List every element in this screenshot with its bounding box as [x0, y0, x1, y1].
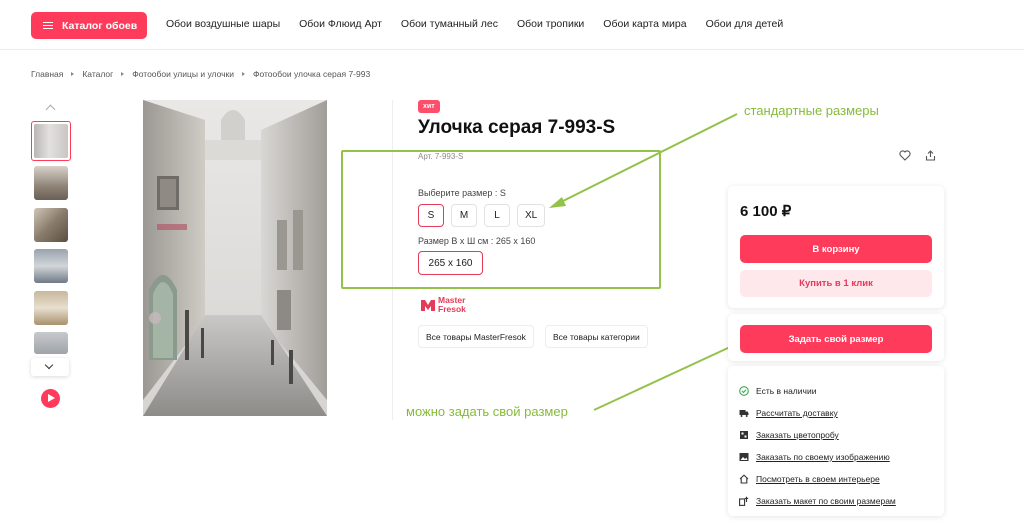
breadcrumb-catalog[interactable]: Каталог [82, 69, 113, 79]
breadcrumb-current: Фотообои улочка серая 7-993 [253, 69, 371, 79]
chevron-up-icon[interactable] [45, 104, 56, 115]
all-brand-products-button[interactable]: Все товары MasterFresok [418, 325, 534, 348]
custom-size-button[interactable]: Задать свой размер [740, 325, 932, 353]
buy-one-click-button[interactable]: Купить в 1 клик [740, 270, 932, 297]
breadcrumb-separator-icon [121, 72, 125, 76]
share-icon[interactable] [925, 148, 936, 166]
feature-interior-preview[interactable]: Посмотреть в своем интерьере [739, 468, 896, 490]
nav-item-tropics[interactable]: Обои тропики [517, 18, 584, 30]
brand-name: Master Fresok [438, 295, 466, 314]
catalog-button[interactable]: Каталог обоев [31, 12, 147, 39]
home-icon [739, 474, 749, 484]
product-main-image[interactable] [143, 100, 327, 416]
check-circle-icon [739, 386, 749, 396]
breadcrumb-separator-icon [71, 72, 75, 76]
breadcrumb-category[interactable]: Фотообои улицы и улочки [132, 69, 234, 79]
thumbnail-3[interactable] [34, 208, 68, 242]
nav-item-kids[interactable]: Обои для детей [706, 18, 784, 30]
thumbnails-scroll-down[interactable] [31, 358, 69, 376]
annotation-custom-size: можно задать свой размер [406, 404, 568, 419]
feature-color-sample[interactable]: Заказать цветопробу [739, 424, 896, 446]
image-icon [739, 452, 749, 462]
breadcrumb: Главная Каталог Фотообои улицы и улочки … [31, 69, 370, 79]
truck-icon [739, 408, 749, 418]
annotation-highlight-box [341, 150, 661, 289]
product-actions [899, 148, 936, 166]
chevron-down-icon [44, 360, 54, 370]
color-sample-icon [739, 430, 749, 440]
play-video-button[interactable] [41, 389, 60, 408]
nav-item-balloons[interactable]: Обои воздушные шары [166, 18, 280, 30]
add-to-cart-button[interactable]: В корзину [740, 235, 932, 263]
top-nav: Обои воздушные шары Обои Флюид Арт Обои … [166, 18, 783, 30]
menu-icon [43, 21, 53, 30]
catalog-button-label: Каталог обоев [62, 19, 138, 32]
feature-own-image[interactable]: Заказать по своему изображению [739, 446, 896, 468]
layout-icon [739, 496, 749, 506]
thumbnail-6[interactable] [34, 332, 68, 354]
hit-badge: хит [418, 100, 440, 113]
feature-custom-layout[interactable]: Заказать макет по своим размерам [739, 490, 896, 512]
brand-logo[interactable]: Master Fresok [420, 296, 466, 314]
annotation-standard-sizes: стандартные размеры [744, 103, 879, 118]
heart-icon[interactable] [899, 148, 911, 166]
thumbnail-1[interactable] [31, 121, 71, 161]
product-title: Улочка серая 7-993-S [418, 117, 616, 138]
nav-item-world-map[interactable]: Обои карта мира [603, 18, 686, 30]
breadcrumb-home[interactable]: Главная [31, 69, 63, 79]
features-list: Есть в наличии Рассчитать доставку Заказ… [739, 380, 896, 512]
feature-in-stock: Есть в наличии [739, 380, 896, 402]
breadcrumb-separator-icon [242, 72, 245, 76]
thumbnail-4[interactable] [34, 249, 68, 283]
all-category-products-button[interactable]: Все товары категории [545, 325, 648, 348]
site-header: Каталог обоев Обои воздушные шары Обои Ф… [0, 0, 1024, 50]
nav-item-fluid-art[interactable]: Обои Флюид Арт [299, 18, 382, 30]
feature-delivery[interactable]: Рассчитать доставку [739, 402, 896, 424]
street-photo [143, 100, 327, 416]
thumbnail-2[interactable] [34, 166, 68, 200]
nav-item-foggy-forest[interactable]: Обои туманный лес [401, 18, 498, 30]
product-price: 6 100 ₽ [740, 203, 792, 220]
thumbnail-5[interactable] [34, 291, 68, 325]
brand-logo-icon [420, 298, 436, 313]
